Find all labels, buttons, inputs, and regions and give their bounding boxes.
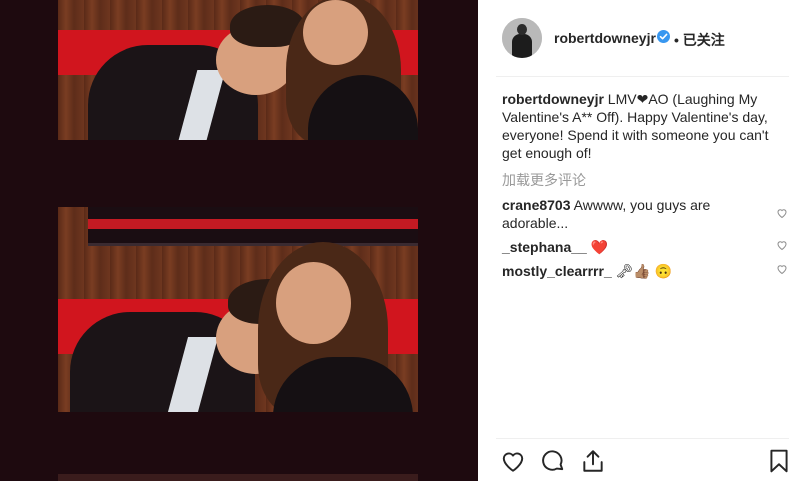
post-media[interactable] [0,0,478,481]
load-more-comments-link[interactable]: 加载更多评论 [502,170,586,190]
avatar-figure-body [512,34,532,58]
post-sidebar: robertdowneyjr • 已关注 robertdowneyjr LMV❤… [478,0,811,481]
post-header: robertdowneyjr • 已关注 [478,0,811,76]
bookmark-icon[interactable] [766,448,792,474]
picture-frame [88,207,418,246]
comment-username[interactable]: _stephana__ [502,239,587,255]
photo-strip-3 [58,474,418,481]
woman-face [303,0,368,65]
comment-like-heart-icon[interactable] [776,239,788,251]
woman-face [276,262,351,344]
share-upload-icon[interactable] [580,448,606,474]
action-bar [478,440,811,481]
comment-username[interactable]: crane8703 [502,197,571,213]
header-divider [496,76,789,77]
photo-strip-1 [58,0,418,140]
caption-username[interactable]: robertdowneyjr [502,91,604,107]
comment-like-heart-icon[interactable] [776,207,788,219]
speech-bubble-icon[interactable] [540,448,566,474]
comment-text: ❤️ [590,239,609,255]
frame-red-bar [88,219,418,229]
actions-divider [496,438,789,439]
username-link[interactable]: robertdowneyjr [554,30,656,46]
verified-badge-icon [657,30,670,43]
comment-username[interactable]: mostly_clearrrr_ [502,263,612,279]
avatar-figure-head [517,24,527,35]
comment-item: mostly_clearrrr_ 🗝👍🏽 🙃 [502,262,762,280]
avatar[interactable] [502,18,542,58]
follow-status-button[interactable]: • 已关注 [674,30,725,50]
heart-outline-icon[interactable] [500,448,526,474]
photo-strip-2 [58,207,418,412]
post-caption: robertdowneyjr LMV❤AO (Laughing My Valen… [502,90,772,162]
comment-like-heart-icon[interactable] [776,263,788,275]
comment-item: _stephana__ ❤️ [502,238,762,256]
comment-item: crane8703 Awwww, you guys are adorable..… [502,196,762,232]
comment-text: 🗝👍🏽 🙃 [615,263,673,279]
